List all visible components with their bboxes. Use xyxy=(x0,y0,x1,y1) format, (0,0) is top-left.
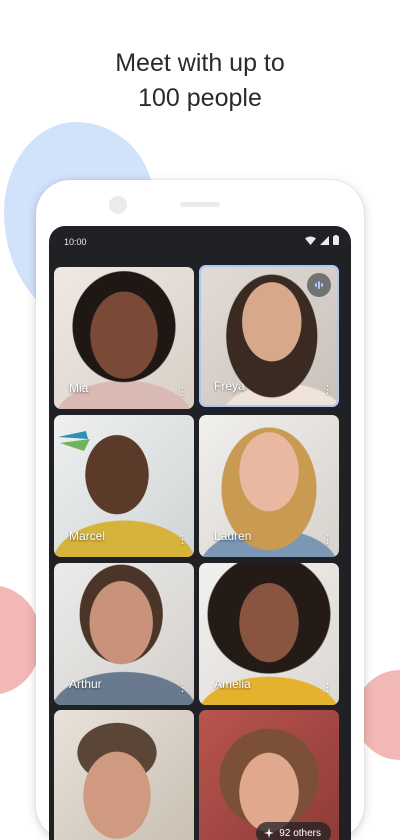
participant-video xyxy=(54,710,194,840)
status-bar: 10:00 xyxy=(49,226,351,256)
more-options-icon[interactable]: ⋮ xyxy=(322,385,333,396)
participant-video xyxy=(199,710,339,840)
phone-screen: 10:00 Mia ⋮ Freya ⋮ Marcel ⋮ Lauren ⋮ Ar… xyxy=(49,226,351,840)
participant-tile-7[interactable] xyxy=(54,710,194,840)
more-options-icon[interactable]: ⋮ xyxy=(322,535,333,546)
wifi-icon xyxy=(305,236,316,245)
decorative-pink-blob-left xyxy=(0,585,40,695)
participant-name: Freya xyxy=(214,379,245,393)
participant-tile-marcel[interactable]: Marcel ⋮ xyxy=(54,415,194,557)
participant-tile-lauren[interactable]: Lauren ⋮ xyxy=(199,415,339,557)
battery-icon xyxy=(333,235,339,245)
more-options-icon[interactable]: ⋮ xyxy=(177,535,188,546)
participant-tile-freya[interactable]: Freya ⋮ xyxy=(199,265,339,407)
more-options-icon[interactable]: ⋮ xyxy=(177,683,188,694)
participant-tile-arthur[interactable]: Arthur ⋮ xyxy=(54,563,194,705)
cell-signal-icon xyxy=(320,235,329,245)
headline-line-1: Meet with up to xyxy=(115,49,285,77)
participant-tile-mia[interactable]: Mia ⋮ xyxy=(54,267,194,409)
earpiece-speaker xyxy=(180,202,220,207)
headline-line-2: 100 people xyxy=(138,84,262,112)
more-options-icon[interactable]: ⋮ xyxy=(177,387,188,398)
background-logo-graphic xyxy=(58,431,90,451)
others-count-label: 92 others xyxy=(279,827,321,839)
audio-level-icon xyxy=(315,281,323,289)
headline: Meet with up to 100 people xyxy=(0,46,400,116)
front-camera xyxy=(109,196,127,214)
participant-tile-amelia[interactable]: Amelia ⋮ xyxy=(199,563,339,705)
participant-tile-8[interactable]: 92 others xyxy=(199,710,339,840)
sparkle-icon xyxy=(264,828,275,838)
participant-name: Mia xyxy=(69,381,89,395)
participant-name: Marcel xyxy=(69,529,106,543)
others-count-chip[interactable]: 92 others xyxy=(256,822,331,840)
participant-name: Lauren xyxy=(214,529,252,543)
participant-name: Amelia xyxy=(214,677,251,691)
phone-frame: 10:00 Mia ⋮ Freya ⋮ Marcel ⋮ Lauren ⋮ Ar… xyxy=(36,180,364,840)
participant-name: Arthur xyxy=(69,677,102,691)
speaking-indicator xyxy=(307,273,331,297)
status-time: 10:00 xyxy=(64,237,87,247)
status-icons xyxy=(305,235,339,245)
more-options-icon[interactable]: ⋮ xyxy=(322,683,333,694)
